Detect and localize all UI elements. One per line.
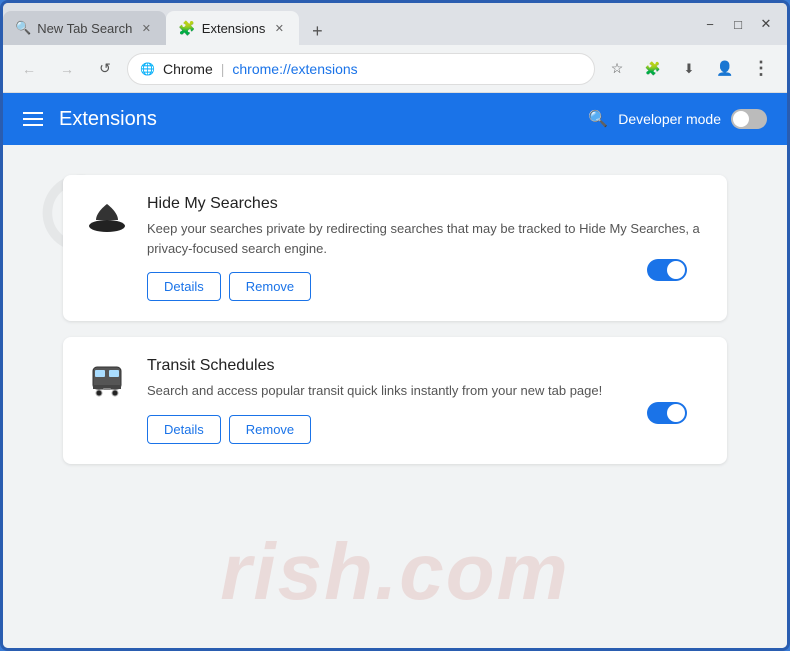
hide-my-searches-icon-wrap bbox=[83, 195, 131, 243]
tab-new-tab-search[interactable]: 🔍 New Tab Search ✕ bbox=[3, 11, 166, 45]
new-tab-button[interactable]: + bbox=[303, 17, 331, 45]
hamburger-line-3 bbox=[23, 124, 43, 126]
watermark-text: rish.com bbox=[220, 526, 569, 618]
transit-schedules-toggle[interactable] bbox=[647, 402, 687, 424]
extensions-content: Hide My Searches Keep your searches priv… bbox=[3, 145, 787, 648]
hide-my-searches-name: Hide My Searches bbox=[147, 195, 707, 213]
hide-my-searches-actions: Details Remove bbox=[147, 272, 707, 301]
transit-schedules-body: Transit Schedules Search and access popu… bbox=[147, 357, 707, 444]
bus-icon bbox=[89, 363, 125, 399]
tab-2-close[interactable]: ✕ bbox=[271, 20, 287, 36]
hide-my-searches-body: Hide My Searches Keep your searches priv… bbox=[147, 195, 707, 301]
hide-my-searches-toggle[interactable] bbox=[647, 259, 687, 281]
extension-button[interactable]: 🧩 bbox=[637, 53, 669, 85]
forward-button[interactable]: → bbox=[51, 53, 83, 85]
header-right: 🔍 Developer mode bbox=[588, 109, 767, 129]
hat-icon bbox=[86, 198, 128, 240]
tab-bar: 🔍 New Tab Search ✕ 🧩 Extensions ✕ + − □ … bbox=[3, 3, 787, 45]
maximize-button[interactable]: □ bbox=[725, 11, 751, 37]
hide-my-searches-details-button[interactable]: Details bbox=[147, 272, 221, 301]
tab-puzzle-icon: 🧩 bbox=[178, 20, 195, 37]
address-bar[interactable]: 🌐 Chrome | chrome://extensions bbox=[127, 53, 595, 85]
transit-schedules-details-button[interactable]: Details bbox=[147, 415, 221, 444]
header-search-icon[interactable]: 🔍 bbox=[588, 109, 608, 129]
developer-mode-toggle[interactable] bbox=[731, 109, 767, 129]
menu-button[interactable]: ⋮ bbox=[745, 53, 777, 85]
nav-actions: ☆ 🧩 ⬇ 👤 ⋮ bbox=[601, 53, 777, 85]
window-controls: − □ ✕ bbox=[697, 11, 787, 45]
extensions-header: Extensions 🔍 Developer mode bbox=[3, 93, 787, 145]
address-divider: | bbox=[221, 61, 225, 77]
developer-mode-label: Developer mode bbox=[618, 111, 721, 127]
tab-extensions[interactable]: 🧩 Extensions ✕ bbox=[166, 11, 299, 45]
tab-1-close[interactable]: ✕ bbox=[138, 20, 154, 36]
tab-1-title: New Tab Search bbox=[37, 21, 132, 36]
back-button[interactable]: ← bbox=[13, 53, 45, 85]
site-name: Chrome bbox=[163, 61, 213, 77]
hamburger-line-1 bbox=[23, 112, 43, 114]
navigation-bar: ← → ↺ 🌐 Chrome | chrome://extensions ☆ 🧩… bbox=[3, 45, 787, 93]
toggle-knob-1 bbox=[667, 261, 685, 279]
browser-window: 🔍 New Tab Search ✕ 🧩 Extensions ✕ + − □ … bbox=[0, 0, 790, 651]
transit-schedules-icon-wrap bbox=[83, 357, 131, 405]
extensions-title: Extensions bbox=[59, 108, 157, 131]
hamburger-line-2 bbox=[23, 118, 43, 120]
toggle-knob bbox=[733, 111, 749, 127]
toggle-knob-2 bbox=[667, 404, 685, 422]
reload-button[interactable]: ↺ bbox=[89, 53, 121, 85]
address-url: chrome://extensions bbox=[232, 61, 357, 77]
transit-schedules-name: Transit Schedules bbox=[147, 357, 707, 375]
transit-schedules-actions: Details Remove bbox=[147, 415, 707, 444]
hide-my-searches-remove-button[interactable]: Remove bbox=[229, 272, 311, 301]
extension-card-transit-schedules: Transit Schedules Search and access popu… bbox=[63, 337, 727, 464]
bookmark-button[interactable]: ☆ bbox=[601, 53, 633, 85]
extension-card-hide-my-searches: Hide My Searches Keep your searches priv… bbox=[63, 175, 727, 321]
minimize-button[interactable]: − bbox=[697, 11, 723, 37]
download-button[interactable]: ⬇ bbox=[673, 53, 705, 85]
profile-button[interactable]: 👤 bbox=[709, 53, 741, 85]
close-button[interactable]: ✕ bbox=[753, 11, 779, 37]
tab-2-title: Extensions bbox=[202, 21, 266, 36]
transit-schedules-remove-button[interactable]: Remove bbox=[229, 415, 311, 444]
transit-schedules-desc: Search and access popular transit quick … bbox=[147, 381, 707, 401]
tab-search-icon: 🔍 bbox=[15, 20, 31, 36]
globe-icon: 🌐 bbox=[140, 62, 155, 76]
hamburger-menu[interactable] bbox=[23, 112, 43, 126]
hide-my-searches-desc: Keep your searches private by redirectin… bbox=[147, 219, 707, 258]
